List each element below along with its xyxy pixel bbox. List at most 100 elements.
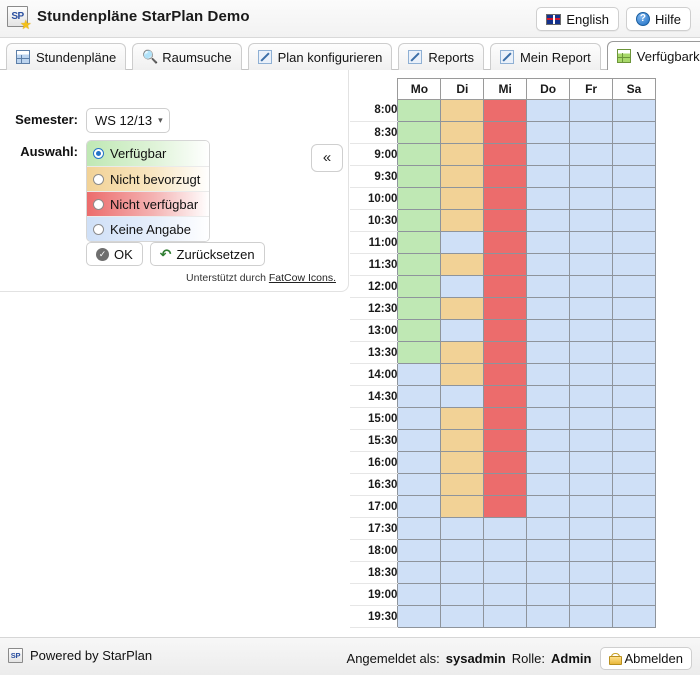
slot-mi-1200[interactable]	[483, 275, 528, 298]
slot-fr-1130[interactable]	[569, 253, 614, 276]
slot-di-1900[interactable]	[440, 583, 485, 606]
slot-mo-1930[interactable]	[397, 605, 442, 628]
slot-sa-1900[interactable]	[612, 583, 656, 606]
slot-mi-1800[interactable]	[483, 539, 528, 562]
tab-plan-konfigurieren[interactable]: Plan konfigurieren	[247, 43, 393, 70]
slot-sa-1630[interactable]	[612, 473, 656, 496]
slot-do-1700[interactable]	[526, 495, 571, 518]
slot-mo-930[interactable]	[397, 165, 442, 188]
slot-fr-1630[interactable]	[569, 473, 614, 496]
slot-mo-1330[interactable]	[397, 341, 442, 364]
slot-do-1230[interactable]	[526, 297, 571, 320]
language-button[interactable]: English	[536, 7, 619, 31]
slot-fr-1400[interactable]	[569, 363, 614, 386]
slot-di-1630[interactable]	[440, 473, 485, 496]
slot-do-1630[interactable]	[526, 473, 571, 496]
reset-button[interactable]: ↶ Zurücksetzen	[149, 242, 265, 266]
slot-sa-1130[interactable]	[612, 253, 656, 276]
slot-mi-1330[interactable]	[483, 341, 528, 364]
slot-mi-1930[interactable]	[483, 605, 528, 628]
slot-di-1130[interactable]	[440, 253, 485, 276]
collapse-panel-button[interactable]: «	[311, 144, 343, 172]
slot-mo-1600[interactable]	[397, 451, 442, 474]
slot-mo-900[interactable]	[397, 143, 442, 166]
slot-mi-1730[interactable]	[483, 517, 528, 540]
slot-di-1100[interactable]	[440, 231, 485, 254]
slot-di-930[interactable]	[440, 165, 485, 188]
slot-do-1000[interactable]	[526, 187, 571, 210]
slot-mi-1230[interactable]	[483, 297, 528, 320]
slot-do-1030[interactable]	[526, 209, 571, 232]
slot-sa-930[interactable]	[612, 165, 656, 188]
slot-fr-1300[interactable]	[569, 319, 614, 342]
slot-fr-830[interactable]	[569, 121, 614, 144]
slot-fr-1700[interactable]	[569, 495, 614, 518]
slot-do-900[interactable]	[526, 143, 571, 166]
slot-mi-1530[interactable]	[483, 429, 528, 452]
slot-mo-1730[interactable]	[397, 517, 442, 540]
slot-fr-1830[interactable]	[569, 561, 614, 584]
slot-fr-1030[interactable]	[569, 209, 614, 232]
slot-sa-1330[interactable]	[612, 341, 656, 364]
slot-do-1200[interactable]	[526, 275, 571, 298]
slot-sa-1400[interactable]	[612, 363, 656, 386]
semester-select[interactable]: WS 12/13 ▾	[86, 108, 170, 133]
slot-do-1130[interactable]	[526, 253, 571, 276]
slot-mo-800[interactable]	[397, 99, 442, 122]
slot-sa-1030[interactable]	[612, 209, 656, 232]
slot-di-1400[interactable]	[440, 363, 485, 386]
slot-di-1930[interactable]	[440, 605, 485, 628]
slot-fr-1000[interactable]	[569, 187, 614, 210]
help-button[interactable]: ? Hilfe	[625, 7, 691, 31]
slot-mo-1700[interactable]	[397, 495, 442, 518]
slot-do-1830[interactable]	[526, 561, 571, 584]
slot-mo-1400[interactable]	[397, 363, 442, 386]
fatcow-icons-link[interactable]: FatCow Icons.	[269, 272, 336, 284]
slot-fr-1800[interactable]	[569, 539, 614, 562]
slot-di-1330[interactable]	[440, 341, 485, 364]
slot-di-1200[interactable]	[440, 275, 485, 298]
slot-di-1530[interactable]	[440, 429, 485, 452]
slot-sa-830[interactable]	[612, 121, 656, 144]
slot-sa-1100[interactable]	[612, 231, 656, 254]
radio-option-nicht-bevorzugt[interactable]: Nicht bevorzugt	[87, 166, 209, 191]
slot-do-1500[interactable]	[526, 407, 571, 430]
slot-do-1900[interactable]	[526, 583, 571, 606]
slot-mi-1830[interactable]	[483, 561, 528, 584]
radio-option-nicht-verfuegbar[interactable]: Nicht verfügbar	[87, 191, 209, 216]
slot-mo-1100[interactable]	[397, 231, 442, 254]
slot-mi-900[interactable]	[483, 143, 528, 166]
slot-do-1800[interactable]	[526, 539, 571, 562]
slot-di-1600[interactable]	[440, 451, 485, 474]
slot-fr-1230[interactable]	[569, 297, 614, 320]
slot-sa-1530[interactable]	[612, 429, 656, 452]
slot-mi-1500[interactable]	[483, 407, 528, 430]
slot-fr-800[interactable]	[569, 99, 614, 122]
slot-fr-1500[interactable]	[569, 407, 614, 430]
slot-mi-1630[interactable]	[483, 473, 528, 496]
slot-sa-1830[interactable]	[612, 561, 656, 584]
slot-mo-1130[interactable]	[397, 253, 442, 276]
slot-do-1100[interactable]	[526, 231, 571, 254]
slot-mi-930[interactable]	[483, 165, 528, 188]
slot-fr-1930[interactable]	[569, 605, 614, 628]
slot-do-1530[interactable]	[526, 429, 571, 452]
slot-do-1930[interactable]	[526, 605, 571, 628]
slot-di-1030[interactable]	[440, 209, 485, 232]
slot-do-800[interactable]	[526, 99, 571, 122]
slot-sa-1800[interactable]	[612, 539, 656, 562]
ok-button[interactable]: ✓ OK	[86, 242, 143, 266]
slot-mi-1130[interactable]	[483, 253, 528, 276]
slot-do-1600[interactable]	[526, 451, 571, 474]
slot-mo-1500[interactable]	[397, 407, 442, 430]
slot-di-1700[interactable]	[440, 495, 485, 518]
slot-mo-1200[interactable]	[397, 275, 442, 298]
slot-sa-1430[interactable]	[612, 385, 656, 408]
slot-sa-800[interactable]	[612, 99, 656, 122]
slot-mo-830[interactable]	[397, 121, 442, 144]
slot-mo-1030[interactable]	[397, 209, 442, 232]
slot-sa-1930[interactable]	[612, 605, 656, 628]
logout-button[interactable]: Abmelden	[600, 647, 692, 670]
slot-mo-1630[interactable]	[397, 473, 442, 496]
slot-fr-1600[interactable]	[569, 451, 614, 474]
